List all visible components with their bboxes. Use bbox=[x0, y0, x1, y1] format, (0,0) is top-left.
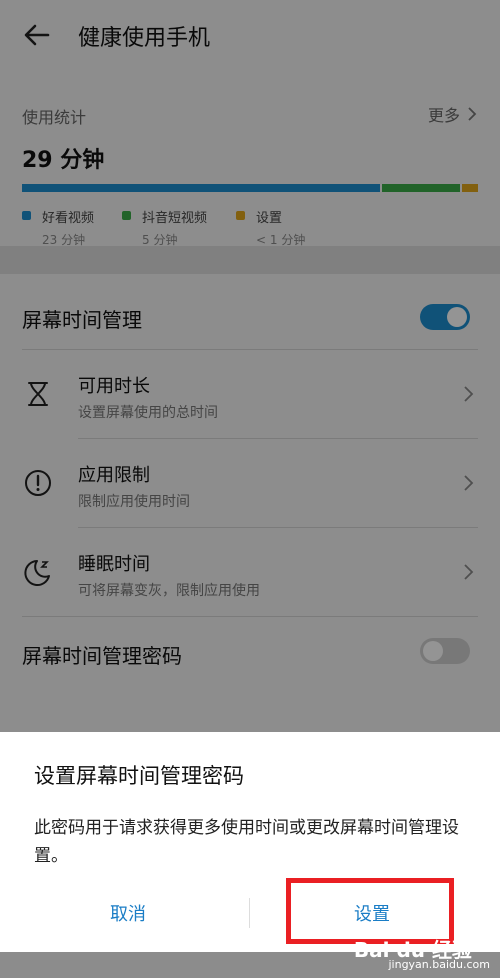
cancel-button[interactable]: 取消 bbox=[28, 900, 228, 930]
button-separator bbox=[249, 898, 250, 928]
dialog-message: 此密码用于请求获得更多使用时间或更改屏幕时间管理设置。 bbox=[34, 818, 459, 866]
dialog-title: 设置屏幕时间管理密码 bbox=[34, 764, 244, 788]
watermark-url: jingyan.baidu.com bbox=[388, 958, 490, 971]
